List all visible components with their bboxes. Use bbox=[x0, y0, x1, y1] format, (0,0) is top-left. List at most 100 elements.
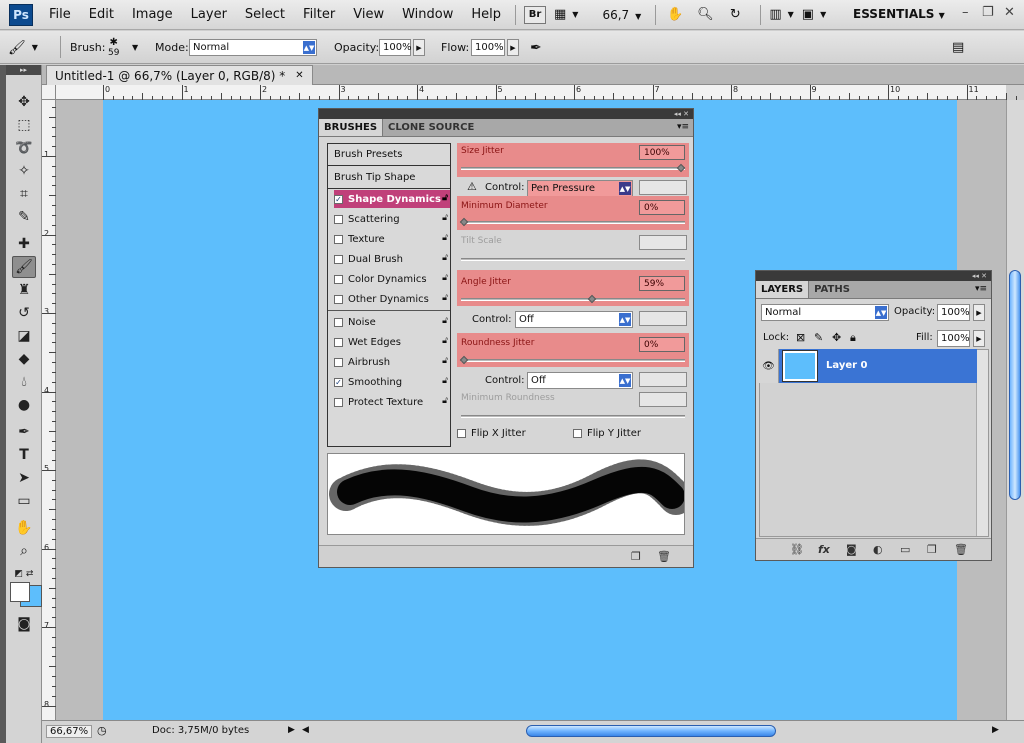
lock-icon[interactable]: 🔓︎ bbox=[442, 356, 448, 366]
checkbox[interactable] bbox=[334, 274, 343, 284]
airbrush-button[interactable]: ✒ bbox=[530, 31, 542, 64]
angle-jitter-input[interactable]: 59% bbox=[639, 276, 685, 291]
vertical-ruler[interactable]: 1 2 3 4 5 6 7 8 bbox=[42, 100, 56, 720]
close-tab-icon[interactable]: ✕ bbox=[295, 70, 303, 81]
roundness-control-select[interactable]: Off ▲▼ bbox=[527, 372, 633, 389]
brush-option-item[interactable]: Dual Brush 🔓︎ bbox=[334, 250, 450, 268]
checkbox[interactable] bbox=[573, 429, 582, 438]
checkbox[interactable]: ✓ bbox=[334, 194, 343, 204]
view-extras-button[interactable]: ▦ ▼ bbox=[554, 4, 578, 26]
brush-tip-shape-item[interactable]: Brush Tip Shape bbox=[328, 167, 450, 189]
clone-stamp-tool[interactable]: ♜ bbox=[12, 279, 36, 301]
brush-option-item[interactable]: ✓ Smoothing 🔓︎ bbox=[334, 373, 450, 391]
size-jitter-input[interactable]: 100% bbox=[639, 145, 685, 160]
scroll-right-icon[interactable]: ▶ bbox=[992, 725, 999, 735]
layer-opacity-slider-button[interactable]: ▶ bbox=[973, 304, 985, 321]
brush-presets-item[interactable]: Brush Presets bbox=[328, 144, 450, 166]
checkbox[interactable] bbox=[334, 254, 343, 264]
menu-image[interactable]: Image bbox=[132, 7, 173, 22]
panel-collapse-grip[interactable]: ▸▸ bbox=[6, 65, 41, 75]
lock-all-icon[interactable]: 🔒︎ bbox=[850, 331, 856, 345]
menu-window[interactable]: Window bbox=[402, 7, 453, 22]
checkbox[interactable] bbox=[334, 397, 343, 407]
mode-select[interactable]: Normal ▲▼ bbox=[189, 39, 317, 56]
healing-brush-tool[interactable]: ✚ bbox=[12, 233, 36, 255]
workspace-switcher[interactable]: ESSENTIALS ▼ bbox=[853, 7, 945, 21]
menu-edit[interactable]: Edit bbox=[89, 7, 114, 22]
checkbox[interactable]: ✓ bbox=[334, 377, 343, 387]
layer-opacity-input[interactable]: 100% bbox=[937, 304, 970, 321]
scroll-thumb[interactable] bbox=[1009, 270, 1021, 500]
layer-name[interactable]: Layer 0 bbox=[826, 360, 867, 371]
angle-jitter-slider[interactable] bbox=[461, 294, 685, 304]
pen-tool[interactable]: ✒ bbox=[12, 421, 36, 443]
zoom-tool[interactable]: ⌕ bbox=[12, 540, 36, 562]
dodge-tool[interactable]: ● bbox=[12, 394, 36, 416]
trash-icon[interactable]: 🗑︎ bbox=[954, 543, 968, 556]
zoom-status[interactable]: 66,67% bbox=[46, 725, 93, 738]
checkbox[interactable] bbox=[334, 357, 343, 367]
menu-help[interactable]: Help bbox=[471, 7, 501, 22]
layers-scrollbar[interactable] bbox=[976, 350, 988, 536]
flow-input[interactable]: 100% bbox=[471, 39, 505, 56]
menu-filter[interactable]: Filter bbox=[303, 7, 335, 22]
brush-option-item[interactable]: ✓ Shape Dynamics 🔓︎ bbox=[334, 190, 450, 208]
roundness-jitter-input[interactable]: 0% bbox=[639, 337, 685, 352]
foreground-color-swatch[interactable] bbox=[10, 582, 30, 602]
quick-mask-button[interactable]: ◙ bbox=[12, 613, 36, 635]
tab-brushes[interactable]: BRUSHES bbox=[319, 119, 384, 136]
brush-option-item[interactable]: Scattering 🔓︎ bbox=[334, 210, 450, 228]
lock-pixels-icon[interactable]: ✎ bbox=[814, 331, 823, 344]
brush-option-item[interactable]: Color Dynamics 🔓︎ bbox=[334, 270, 450, 288]
checkbox[interactable] bbox=[334, 234, 343, 244]
checkbox[interactable] bbox=[334, 294, 343, 304]
menu-file[interactable]: File bbox=[49, 7, 71, 22]
brush-tool[interactable]: 🖌︎ bbox=[12, 256, 36, 278]
layer-mask-icon[interactable]: ◙ bbox=[846, 543, 857, 556]
fill-input[interactable]: 100% bbox=[937, 330, 970, 347]
new-group-icon[interactable]: ▭ bbox=[900, 543, 910, 556]
hand-tool-button[interactable]: ✋ bbox=[664, 4, 686, 26]
minimum-diameter-slider[interactable] bbox=[459, 217, 685, 227]
visibility-toggle[interactable]: 👁︎ bbox=[759, 349, 779, 383]
arrange-documents-button[interactable]: ▥ ▼ bbox=[769, 4, 793, 26]
trash-icon[interactable]: 🗑︎ bbox=[657, 550, 671, 563]
size-jitter-slider[interactable] bbox=[461, 163, 686, 173]
opacity-slider-button[interactable]: ▶ bbox=[413, 39, 425, 56]
lock-icon[interactable]: 🔓︎ bbox=[442, 253, 448, 263]
fill-slider-button[interactable]: ▶ bbox=[973, 330, 985, 347]
brush-option-item[interactable]: Wet Edges 🔓︎ bbox=[334, 333, 450, 351]
lock-transparent-icon[interactable]: ⊠ bbox=[796, 331, 805, 344]
crop-tool[interactable]: ⌗ bbox=[12, 183, 36, 205]
vertical-scrollbar[interactable] bbox=[1006, 100, 1024, 720]
menu-view[interactable]: View bbox=[353, 7, 384, 22]
bridge-button[interactable]: Br bbox=[524, 5, 546, 24]
brush-option-item[interactable]: Protect Texture 🔓︎ bbox=[334, 393, 450, 411]
history-brush-tool[interactable]: ↺ bbox=[12, 302, 36, 324]
menu-select[interactable]: Select bbox=[245, 7, 285, 22]
zoom-tool-button[interactable]: 🔍︎ bbox=[694, 4, 716, 26]
panel-header-controls[interactable]: ◂◂ ✕ bbox=[319, 109, 693, 119]
lock-icon[interactable]: 🔓︎ bbox=[442, 396, 448, 406]
paint-bucket-tool[interactable]: ◆ bbox=[12, 348, 36, 370]
close-button[interactable]: ✕ bbox=[1004, 5, 1015, 20]
horizontal-scroll-thumb[interactable] bbox=[526, 725, 776, 737]
panel-header-controls[interactable]: ◂◂ ✕ bbox=[756, 271, 991, 281]
angle-control-select[interactable]: Off ▲▼ bbox=[515, 311, 633, 328]
status-arrow-icon[interactable]: ▶ bbox=[288, 725, 295, 735]
menu-layer[interactable]: Layer bbox=[191, 7, 227, 22]
brush-picker[interactable]: ✱ 59 bbox=[108, 31, 119, 64]
ruler-origin[interactable] bbox=[42, 85, 56, 100]
lasso-tool[interactable]: ➰ bbox=[12, 137, 36, 159]
lock-icon[interactable]: 🔓︎ bbox=[442, 376, 448, 386]
brush-option-item[interactable]: Noise 🔓︎ bbox=[334, 313, 450, 331]
document-tab[interactable]: Untitled-1 @ 66,7% (Layer 0, RGB/8) * ✕ bbox=[46, 65, 313, 85]
flip-y-checkbox[interactable]: Flip Y Jitter bbox=[573, 428, 641, 439]
panel-menu-icon[interactable]: ▾≡ bbox=[677, 122, 689, 132]
brush-option-item[interactable]: Other Dynamics 🔓︎ bbox=[334, 290, 450, 308]
scroll-left-icon[interactable]: ◀ bbox=[302, 725, 309, 735]
eyedropper-tool[interactable]: ✎ bbox=[12, 206, 36, 228]
tab-layers[interactable]: LAYERS bbox=[756, 281, 810, 298]
lock-position-icon[interactable]: ✥ bbox=[832, 331, 841, 344]
tab-clone-source[interactable]: CLONE SOURCE bbox=[383, 119, 479, 136]
